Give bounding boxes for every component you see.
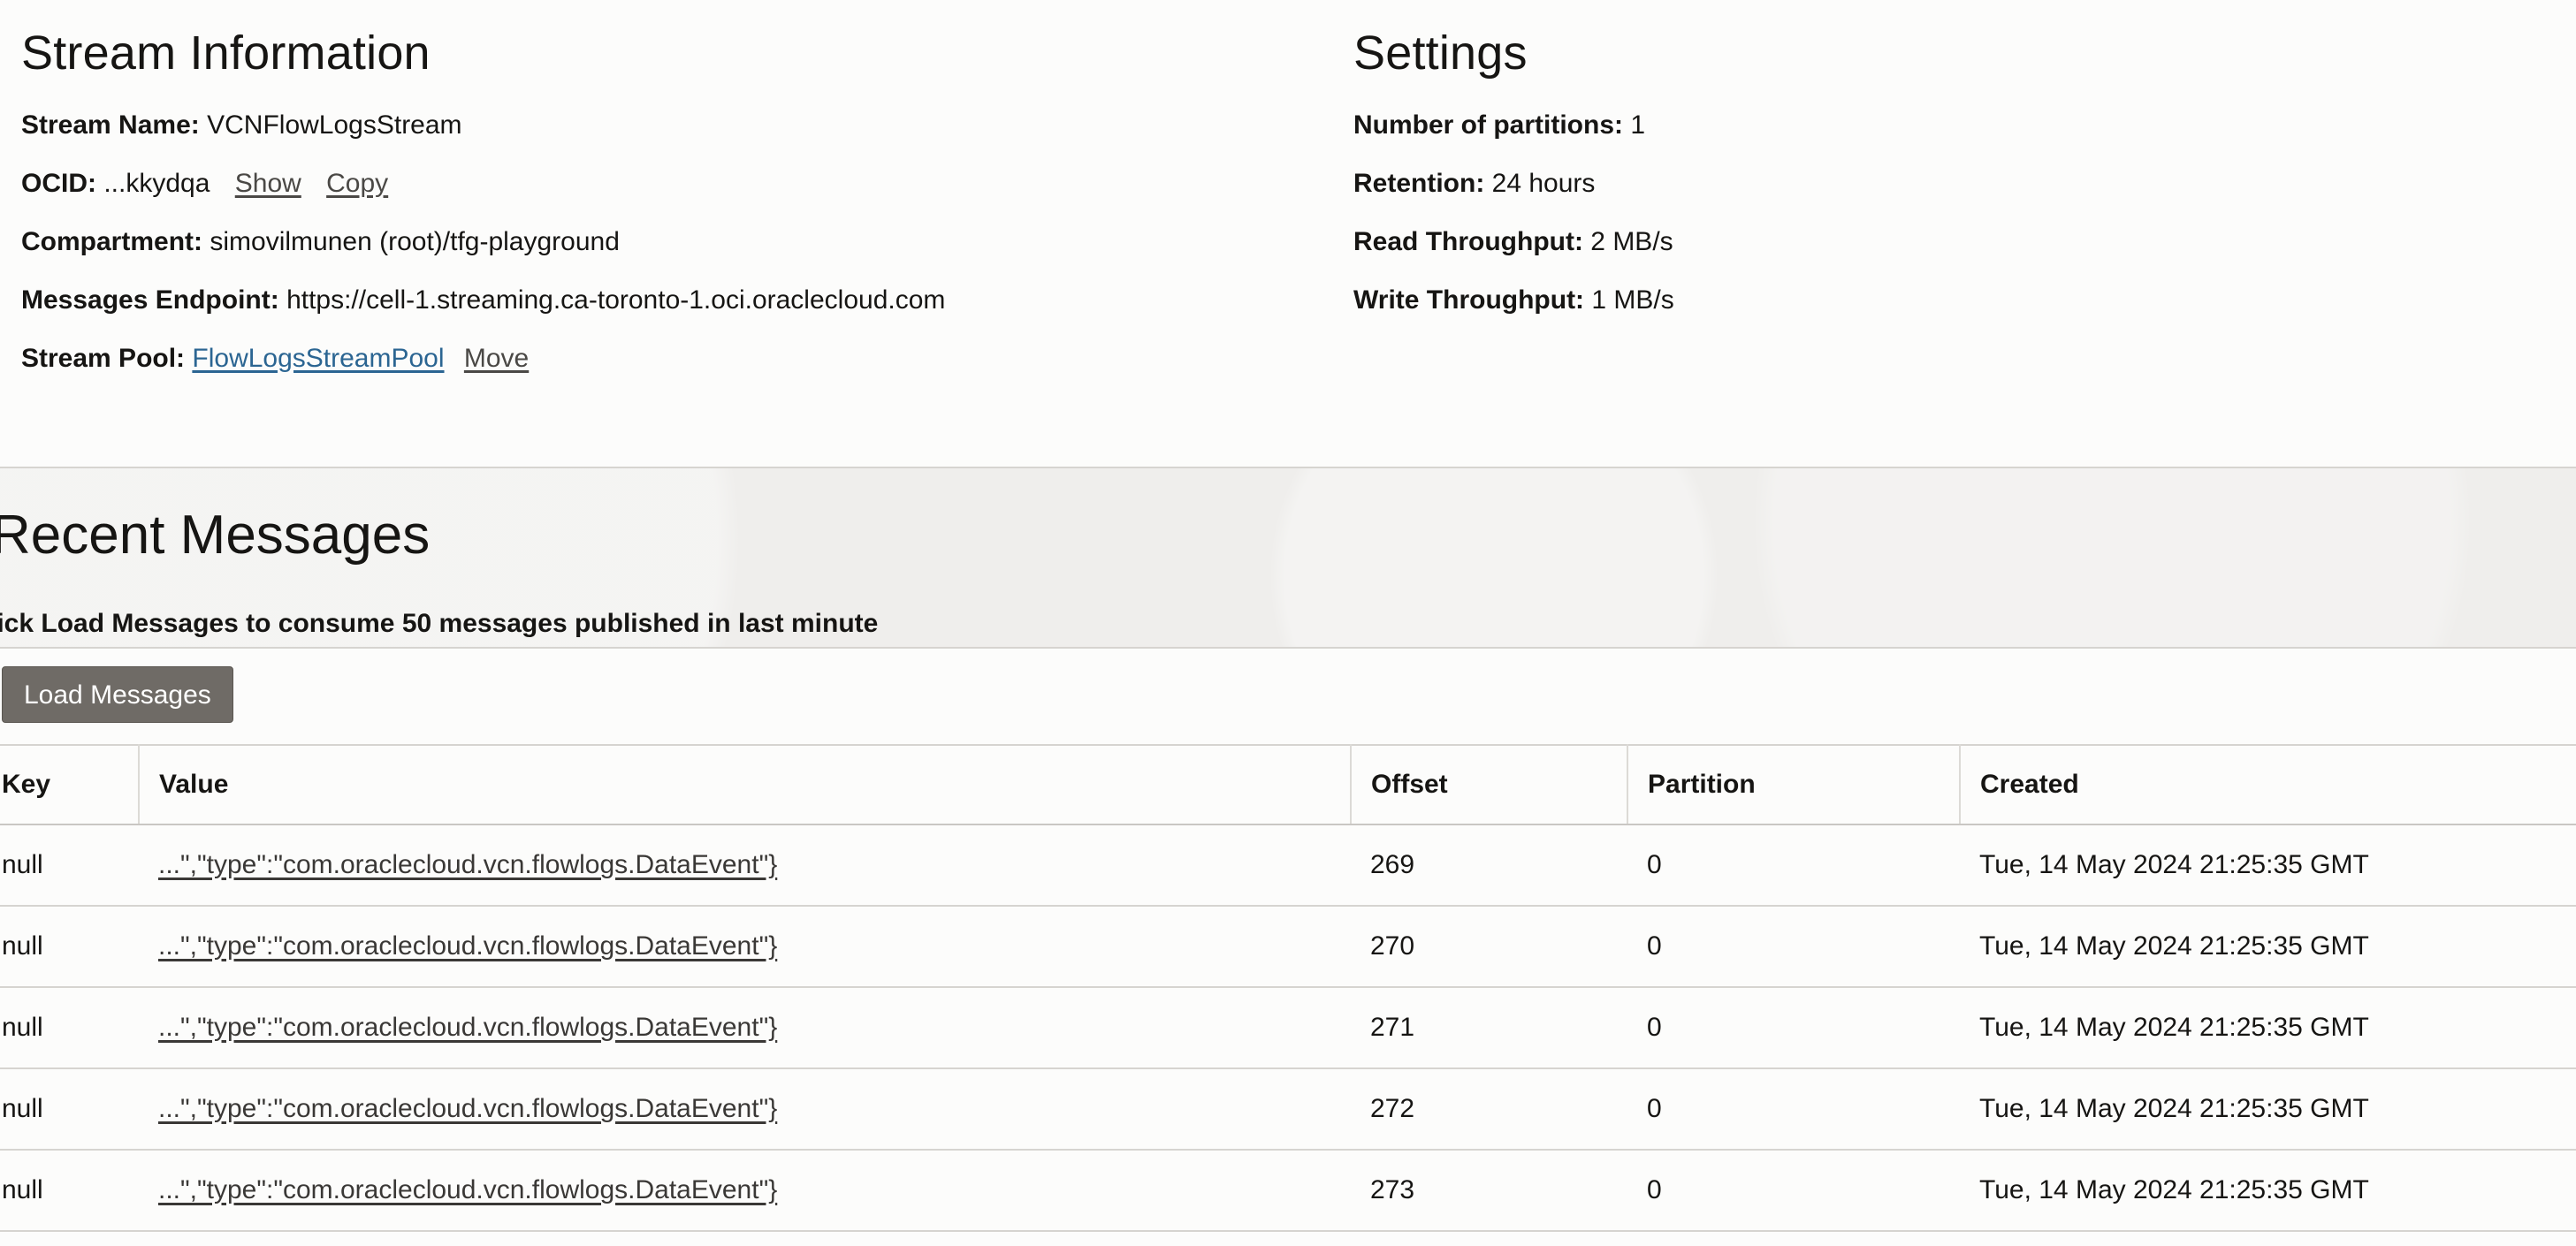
cell-value: ...","type":"com.oraclecloud.vcn.flowlog… xyxy=(139,906,1351,988)
cell-created: Tue, 14 May 2024 21:25:35 GMT xyxy=(1960,824,2576,907)
partitions-label: Number of partitions: xyxy=(1353,110,1623,140)
cell-offset: 272 xyxy=(1351,1068,1627,1151)
column-header-key[interactable]: Key xyxy=(0,744,140,825)
column-header-created[interactable]: Created xyxy=(1960,744,2576,825)
read-throughput-value: 2 MB/s xyxy=(1590,227,1673,256)
load-messages-button[interactable]: Load Messages xyxy=(2,666,233,723)
cell-offset: 271 xyxy=(1351,987,1627,1069)
ocid-copy-link[interactable]: Copy xyxy=(326,169,388,198)
write-throughput-field: Write Throughput: 1 MB/s xyxy=(1353,285,2503,316)
ocid-field: OCID: ...kkydqa Show Copy xyxy=(21,168,1321,200)
table-row: null ...","type":"com.oraclecloud.vcn.fl… xyxy=(0,824,2576,907)
message-value-link[interactable]: ...","type":"com.oraclecloud.vcn.flowlog… xyxy=(158,850,777,879)
stream-information-panel: Stream Information Stream Name: VCNFlowL… xyxy=(21,25,1321,401)
stream-pool-move-link[interactable]: Move xyxy=(464,344,529,373)
message-value-link[interactable]: ...","type":"com.oraclecloud.vcn.flowlog… xyxy=(158,1094,777,1123)
cell-value: ...","type":"com.oraclecloud.vcn.flowlog… xyxy=(139,987,1351,1069)
table-row: null ...","type":"com.oraclecloud.vcn.fl… xyxy=(0,1068,2576,1151)
cell-value: ...","type":"com.oraclecloud.vcn.flowlog… xyxy=(139,824,1351,907)
cell-created: Tue, 14 May 2024 21:25:35 GMT xyxy=(1960,1150,2576,1232)
stream-information-title: Stream Information xyxy=(21,27,431,80)
cell-value: ...","type":"com.oraclecloud.vcn.flowlog… xyxy=(139,1068,1351,1151)
column-header-partition[interactable]: Partition xyxy=(1627,744,1961,825)
stream-name-value: VCNFlowLogsStream xyxy=(207,110,462,140)
cell-created: Tue, 14 May 2024 21:25:35 GMT xyxy=(1960,1068,2576,1151)
compartment-field: Compartment: simovilmunen (root)/tfg-pla… xyxy=(21,226,1321,258)
messages-table: Key Value Offset Partition Created null … xyxy=(0,744,2576,1232)
read-throughput-field: Read Throughput: 2 MB/s xyxy=(1353,226,2503,258)
cell-offset: 270 xyxy=(1351,906,1627,988)
table-row: null ...","type":"com.oraclecloud.vcn.fl… xyxy=(0,906,2576,988)
cell-value: ...","type":"com.oraclecloud.vcn.flowlog… xyxy=(139,1150,1351,1232)
message-value-link[interactable]: ...","type":"com.oraclecloud.vcn.flowlog… xyxy=(158,1013,777,1042)
compartment-label: Compartment: xyxy=(21,227,203,256)
settings-title: Settings xyxy=(1353,27,1528,80)
cell-partition: 0 xyxy=(1627,906,1960,988)
recent-messages-banner: Recent Messages lick Load Messages to co… xyxy=(0,467,2576,649)
cell-key: null xyxy=(0,1150,139,1232)
cell-created: Tue, 14 May 2024 21:25:35 GMT xyxy=(1960,987,2576,1069)
settings-panel: Settings Number of partitions: 1 Retenti… xyxy=(1353,25,2503,343)
cell-partition: 0 xyxy=(1627,1068,1960,1151)
cell-offset: 269 xyxy=(1351,824,1627,907)
stream-pool-field: Stream Pool: FlowLogsStreamPool Move xyxy=(21,343,1321,375)
cell-partition: 0 xyxy=(1627,824,1960,907)
stream-info-section: Stream Information Stream Name: VCNFlowL… xyxy=(0,0,2576,467)
write-throughput-value: 1 MB/s xyxy=(1591,285,1674,315)
messages-endpoint-value: https://cell-1.streaming.ca-toronto-1.oc… xyxy=(286,285,946,315)
cell-partition: 0 xyxy=(1627,987,1960,1069)
cell-created: Tue, 14 May 2024 21:25:35 GMT xyxy=(1960,906,2576,988)
partitions-field: Number of partitions: 1 xyxy=(1353,110,2503,141)
write-throughput-label: Write Throughput: xyxy=(1353,285,1585,315)
cell-key: null xyxy=(0,1068,139,1151)
retention-field: Retention: 24 hours xyxy=(1353,168,2503,200)
cell-key: null xyxy=(0,987,139,1069)
column-header-value[interactable]: Value xyxy=(139,744,1352,825)
column-header-offset[interactable]: Offset xyxy=(1351,744,1628,825)
cell-offset: 273 xyxy=(1351,1150,1627,1232)
stream-name-label: Stream Name: xyxy=(21,110,200,140)
recent-messages-title: Recent Messages xyxy=(0,505,431,566)
ocid-value: ...kkydqa xyxy=(103,169,210,198)
table-row: null ...","type":"com.oraclecloud.vcn.fl… xyxy=(0,1150,2576,1232)
load-messages-hint: lick Load Messages to consume 50 message… xyxy=(0,609,879,638)
message-value-link[interactable]: ...","type":"com.oraclecloud.vcn.flowlog… xyxy=(158,1175,777,1204)
ocid-label: OCID: xyxy=(21,169,96,198)
retention-value: 24 hours xyxy=(1491,169,1596,198)
cell-key: null xyxy=(0,824,139,907)
stream-pool-label: Stream Pool: xyxy=(21,344,186,373)
messages-endpoint-label: Messages Endpoint: xyxy=(21,285,279,315)
table-header-row: Key Value Offset Partition Created xyxy=(0,744,2576,825)
cell-partition: 0 xyxy=(1627,1150,1960,1232)
table-row: null ...","type":"com.oraclecloud.vcn.fl… xyxy=(0,987,2576,1069)
messages-endpoint-field: Messages Endpoint: https://cell-1.stream… xyxy=(21,285,1321,316)
message-value-link[interactable]: ...","type":"com.oraclecloud.vcn.flowlog… xyxy=(158,931,777,961)
stream-details-page: Stream Information Stream Name: VCNFlowL… xyxy=(0,0,2576,1246)
compartment-value: simovilmunen (root)/tfg-playground xyxy=(210,227,620,256)
read-throughput-label: Read Throughput: xyxy=(1353,227,1583,256)
stream-pool-link[interactable]: FlowLogsStreamPool xyxy=(192,344,444,373)
partitions-value: 1 xyxy=(1630,110,1646,140)
ocid-show-link[interactable]: Show xyxy=(235,169,301,198)
stream-name-field: Stream Name: VCNFlowLogsStream xyxy=(21,110,1321,141)
cell-key: null xyxy=(0,906,139,988)
retention-label: Retention: xyxy=(1353,169,1485,198)
